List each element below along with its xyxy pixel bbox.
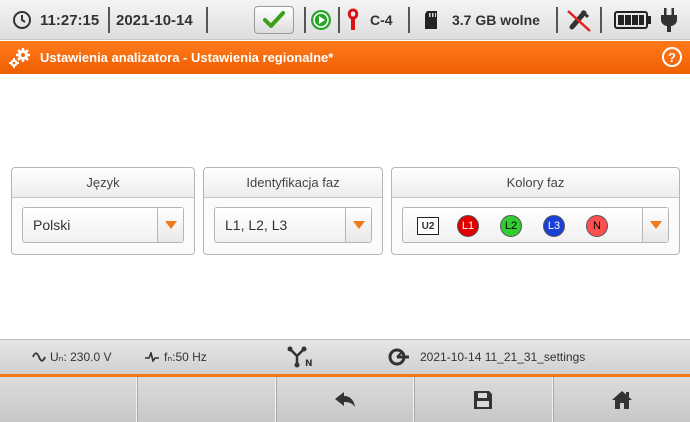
phase-id-dropdown[interactable]: L1, L2, L3	[214, 207, 372, 243]
help-icon[interactable]: ?	[662, 47, 682, 67]
clamp-icon	[346, 0, 360, 40]
battery-icon	[614, 0, 652, 40]
recording-play-icon	[310, 0, 332, 40]
info-bar: Uₙ: 230.0 V fₙ:50 Hz N 2021-10-14 11_21_…	[0, 339, 690, 376]
nominal-voltage: Uₙ: 230.0 V	[32, 340, 111, 374]
dropdown-arrow-icon[interactable]	[642, 208, 668, 242]
storage-free: 3.7 GB wolne	[452, 12, 540, 28]
phase-colors-label: Kolory faz	[392, 168, 679, 198]
softkey-2[interactable]	[137, 377, 276, 422]
nominal-voltage-value: Uₙ: 230.0 V	[50, 350, 112, 364]
phase-id-label: Identyfikacja faz	[204, 168, 382, 198]
softkey-1[interactable]	[0, 377, 138, 422]
language-value: Polski	[33, 217, 71, 233]
confirm-button[interactable]	[254, 6, 294, 34]
phase-dot-l1: L1	[457, 215, 479, 237]
language-panel: Język Polski	[11, 167, 195, 255]
home-icon	[611, 390, 633, 410]
phase-colors-panel: Kolory faz U2 L1 L2 L3 N	[391, 167, 680, 255]
status-bar: 11:27:15 2021-10-14 C-4 3.7 GB wolne	[0, 0, 690, 40]
back-button[interactable]	[275, 377, 415, 422]
reference-u2-icon: U2	[417, 217, 439, 235]
phase-color-swatches: U2 L1 L2 L3 N	[417, 211, 629, 241]
network-type-icon: N	[287, 340, 313, 374]
clock-icon	[12, 0, 32, 40]
power-plug-icon	[660, 0, 678, 40]
clamp-label: C-4	[370, 12, 393, 28]
dropdown-arrow-icon[interactable]	[157, 208, 183, 242]
phase-id-panel: Identyfikacja faz L1, L2, L3	[203, 167, 383, 255]
checkmark-icon	[263, 11, 285, 29]
frequency-wave-icon	[144, 352, 160, 362]
sd-card-icon	[424, 0, 440, 40]
page-title: Ustawienia analizatora - Ustawienia regi…	[40, 50, 334, 65]
phase-dot-n: N	[586, 215, 608, 237]
softkey-bar	[0, 377, 690, 422]
status-time: 11:27:15	[40, 11, 100, 29]
svg-text:N: N	[305, 359, 313, 368]
phase-colors-dropdown[interactable]: U2 L1 L2 L3 N	[402, 207, 669, 243]
measurement-config: 2021-10-14 11_21_31_settings	[388, 340, 585, 374]
save-icon	[473, 390, 493, 410]
usb-disconnected-icon	[564, 0, 594, 40]
dropdown-arrow-icon[interactable]	[345, 208, 371, 242]
save-button[interactable]	[414, 377, 553, 422]
phase-dot-l2: L2	[500, 215, 522, 237]
sine-wave-icon	[32, 352, 46, 362]
status-date: 2021-10-14	[116, 11, 193, 29]
config-file-name: 2021-10-14 11_21_31_settings	[420, 350, 586, 364]
nominal-frequency-value: fₙ:50 Hz	[164, 350, 207, 364]
nominal-frequency: fₙ:50 Hz	[144, 340, 207, 374]
settings-gears-icon	[0, 41, 40, 74]
title-bar: Ustawienia analizatora - Ustawienia regi…	[0, 41, 690, 74]
config-gauge-icon	[388, 348, 410, 366]
language-label: Język	[12, 168, 194, 198]
back-arrow-icon	[334, 391, 356, 409]
home-button[interactable]	[552, 377, 690, 422]
phase-dot-l3: L3	[543, 215, 565, 237]
phase-id-value: L1, L2, L3	[225, 217, 288, 233]
language-dropdown[interactable]: Polski	[22, 207, 184, 243]
